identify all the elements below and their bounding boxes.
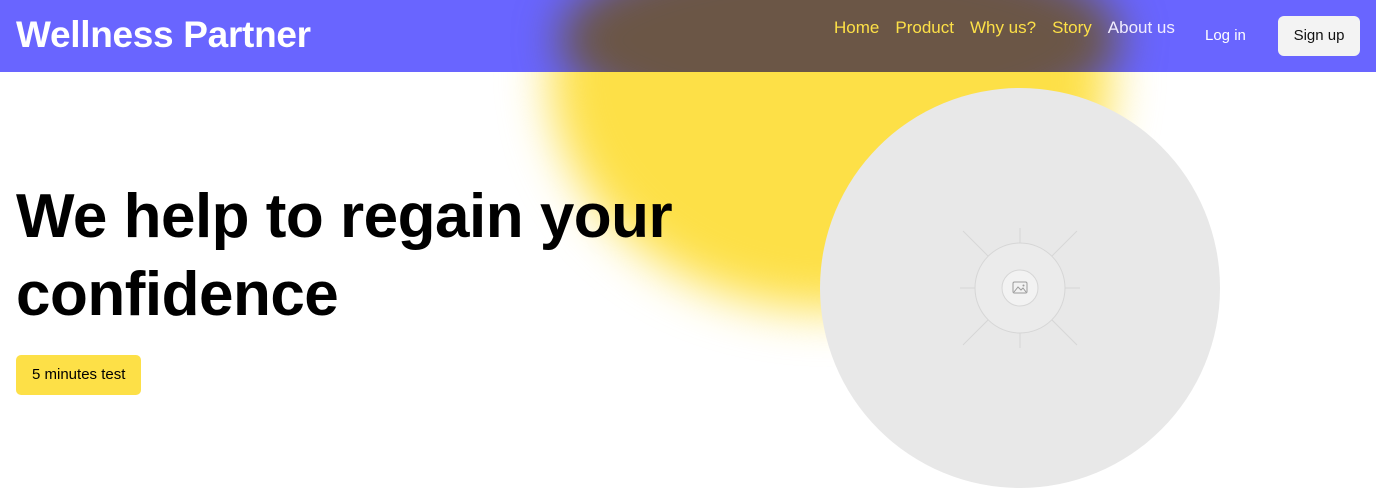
landing-page: Wellness Partner Home Product Why us? St… [0,0,1376,504]
nav-link-story[interactable]: Story [1052,18,1092,38]
nav-links: Home Product Why us? Story About us [834,18,1175,38]
login-link[interactable]: Log in [1205,27,1246,44]
navbar: Wellness Partner Home Product Why us? St… [0,0,1376,72]
placeholder-graphic [960,228,1080,348]
test-cta-button[interactable]: 5 minutes test [16,355,142,395]
signup-button[interactable]: Sign up [1278,16,1360,56]
brand-logo-text[interactable]: Wellness Partner [16,14,311,56]
nav-link-about-us[interactable]: About us [1108,18,1175,38]
hero-title: We help to regain your confidence [16,178,716,334]
hero-image-placeholder [820,88,1220,488]
hero-title-line-1: We help to regain your [16,182,673,251]
nav-link-home[interactable]: Home [834,18,879,38]
nav-link-product[interactable]: Product [895,18,954,38]
hero-title-line-2: confidence [16,260,339,329]
nav-link-why-us[interactable]: Why us? [970,18,1036,38]
